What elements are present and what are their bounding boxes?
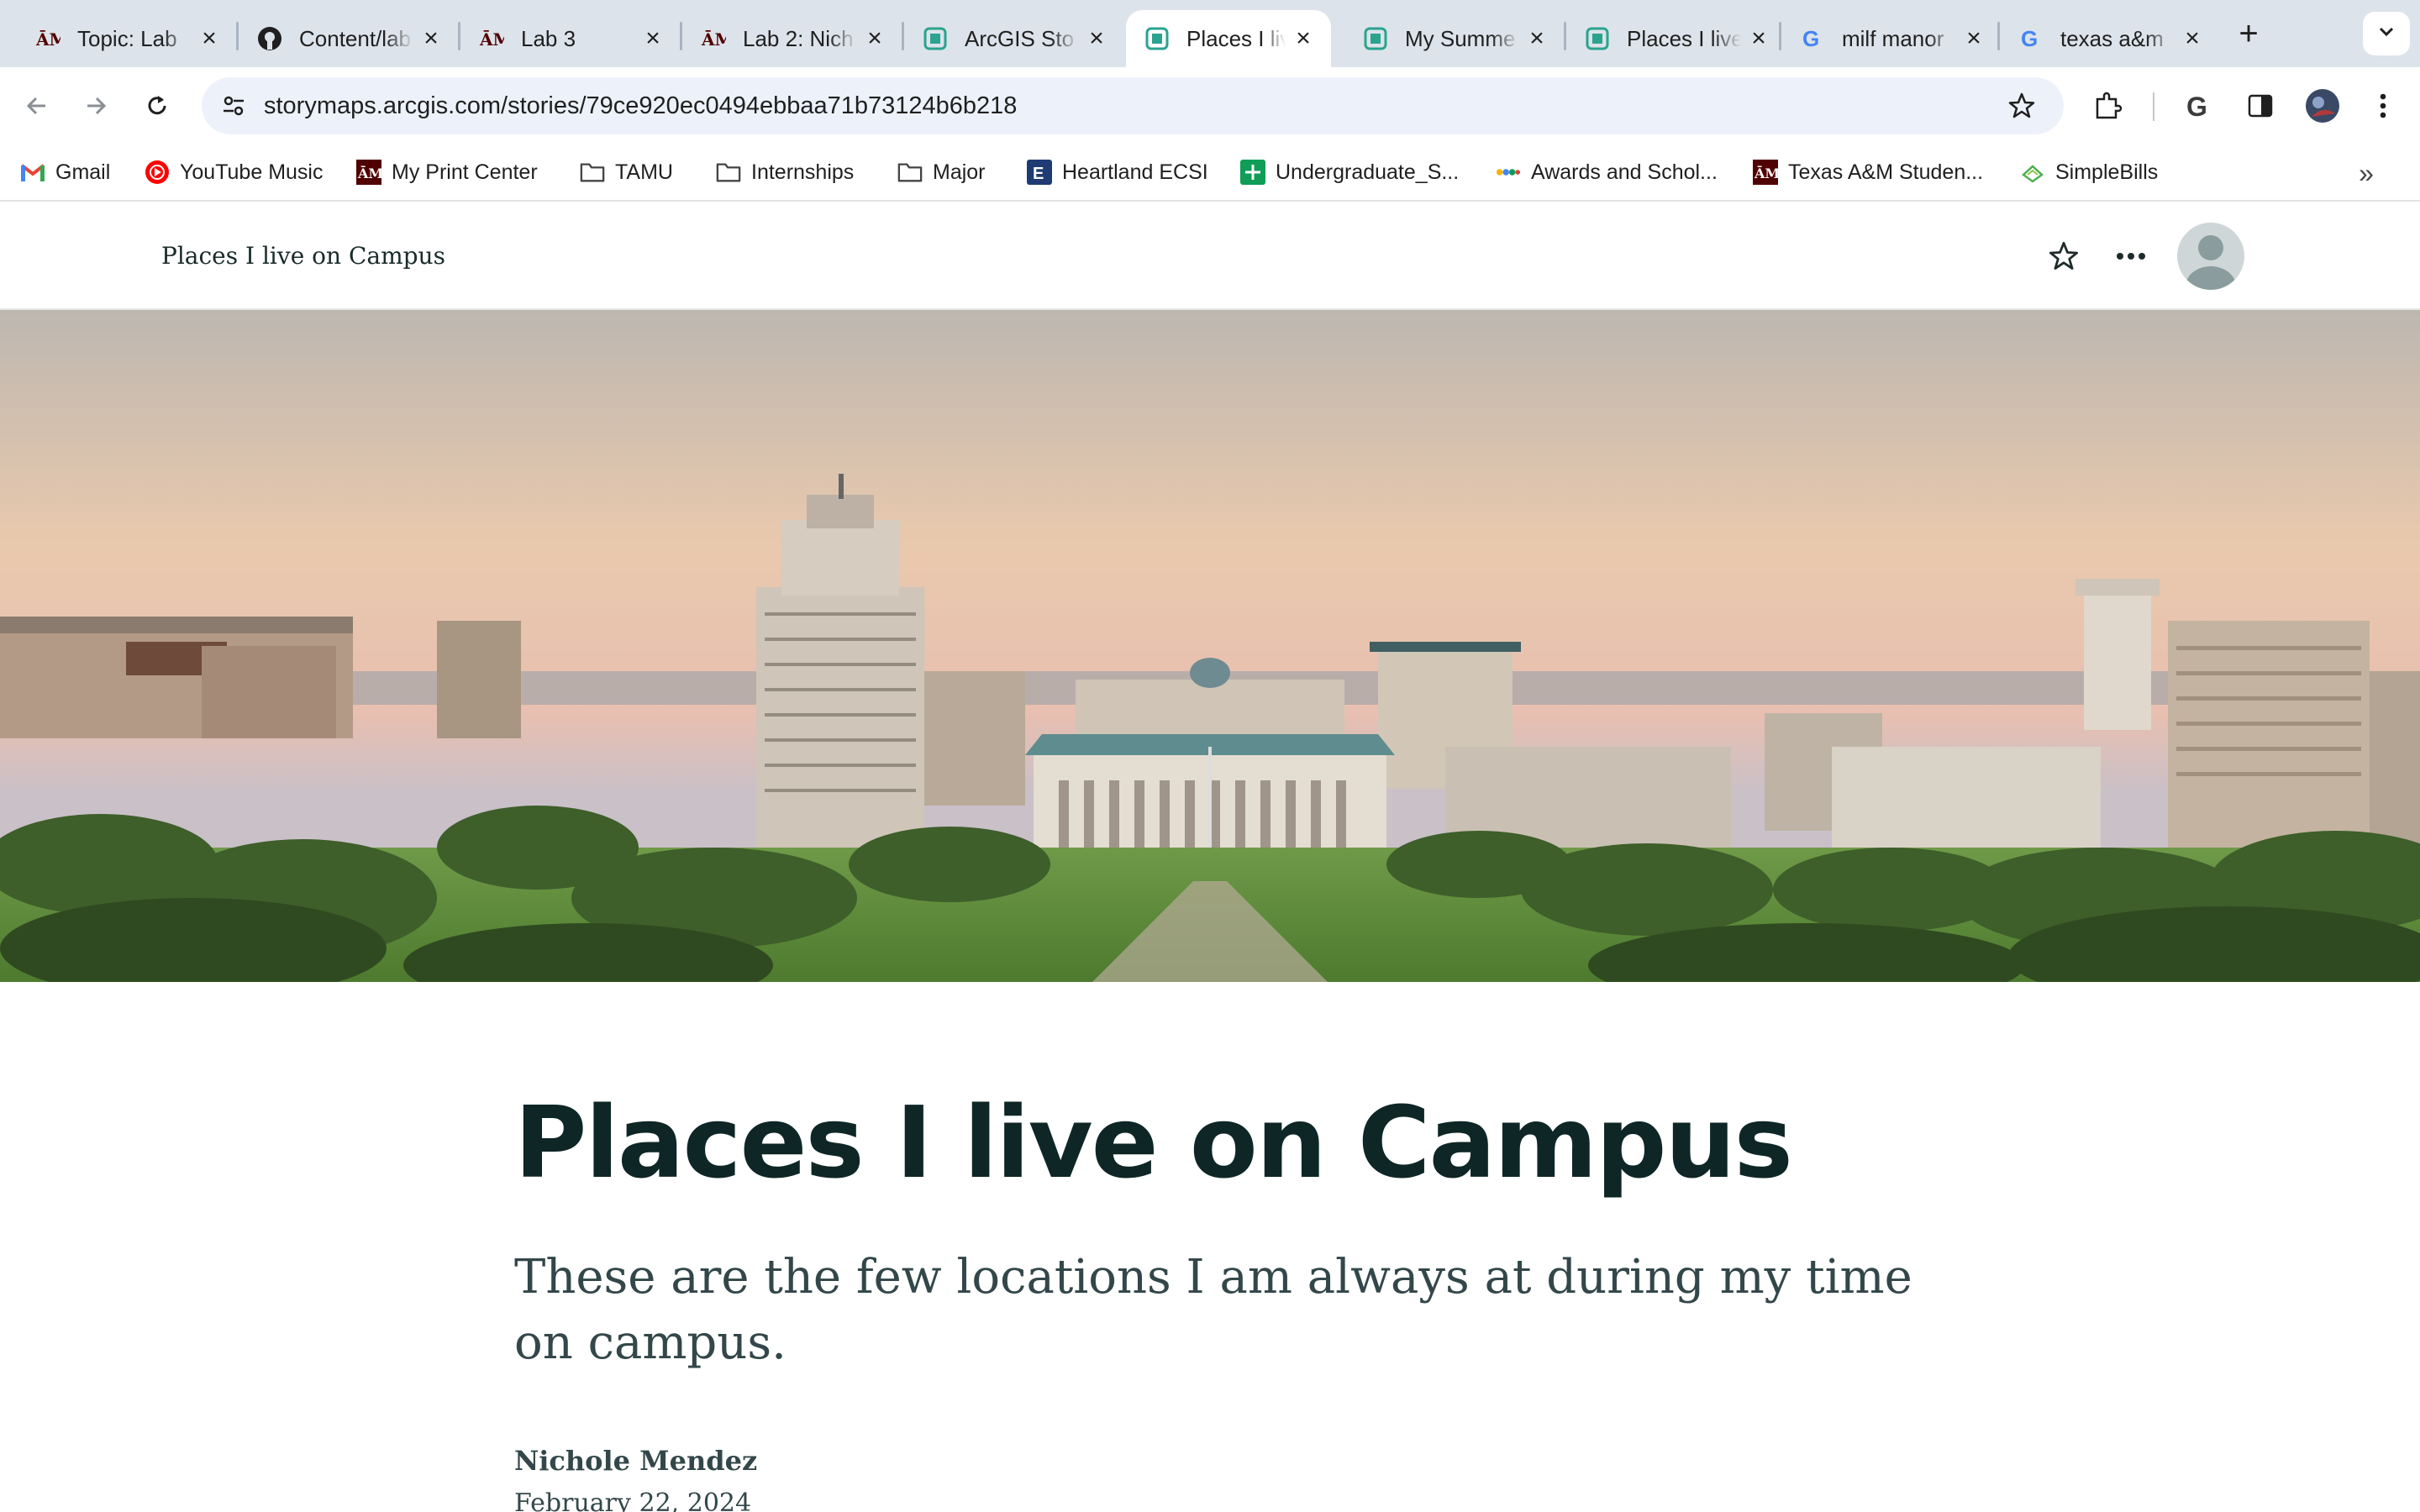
favorite-button[interactable] [2042,234,2086,278]
tab-content-lab[interactable]: Content/lab × [239,10,459,67]
gmail-icon [20,160,45,185]
forward-button[interactable] [76,86,116,126]
google-icon: G [1800,26,1825,51]
tab-google-search-2[interactable]: G texas a&m × [2000,10,2220,67]
default-user-icon [2186,235,2236,290]
extensions-icon[interactable] [2087,86,2128,126]
close-icon[interactable]: × [1291,24,1316,52]
tamu-icon: ĀM [356,160,381,185]
close-icon[interactable]: × [640,24,666,52]
site-info-icon[interactable] [215,87,252,124]
close-icon[interactable]: × [862,24,887,52]
story-header: Places I live on Campus [0,202,2420,310]
close-icon[interactable]: × [2180,24,2205,52]
close-icon[interactable]: × [418,24,444,52]
story-date: February 22, 2024 [514,1488,752,1512]
bookmark-heartland-ecsi[interactable]: E Heartland ECSI [1027,153,1208,192]
new-tab-button[interactable]: + [2230,15,2267,52]
tab-lab-3[interactable]: ĀM Lab 3 × [460,10,681,67]
storymaps-icon [1585,26,1610,51]
bookmark-undergraduate-sheet[interactable]: Undergraduate_S... [1240,153,1459,192]
svg-text:G: G [1802,26,1819,51]
close-icon[interactable]: × [1746,24,1771,52]
bookmarks-bar: Gmail YouTube Music ĀM My Print Center T… [0,144,2420,202]
ellipsis-icon [2117,253,2145,260]
tab-arcgis-stories[interactable]: ArcGIS Sto × [904,10,1124,67]
storymaps-icon [1144,26,1170,51]
bookmark-folder-major[interactable]: Major [897,153,986,192]
star-icon [2049,241,2079,270]
url-text[interactable]: storymaps.arcgis.com/stories/79ce920ec04… [264,77,1017,134]
svg-text:G: G [2186,92,2207,121]
close-icon[interactable]: × [197,24,222,52]
heartland-icon: E [1027,160,1052,185]
bookmarks-overflow-button[interactable]: » [2349,156,2383,190]
bookmark-folder-internships[interactable]: Internships [716,153,854,192]
storymaps-icon [923,26,948,51]
forward-arrow-icon [87,97,107,115]
hero-image [0,310,2420,982]
tamu-icon: ĀM [1753,160,1778,185]
svg-text:ĀM: ĀM [701,29,726,50]
toolbar-divider [2153,92,2154,121]
simplebills-icon [2020,160,2045,185]
story-author: Nichole Mendez [514,1445,758,1477]
chevron-down-icon [2375,21,2397,47]
close-icon[interactable]: × [1961,24,1986,52]
bookmark-texas-am-student[interactable]: ĀM Texas A&M Studen... [1753,153,1983,192]
tab-lab-2[interactable]: ĀM Lab 2: Nich × [682,10,902,67]
story-header-title: Places I live on Campus [161,242,445,270]
back-arrow-icon [26,97,45,115]
svg-text:ĀM: ĀM [479,29,504,50]
browser-toolbar: storymaps.arcgis.com/stories/79ce920ec04… [0,67,2420,144]
reload-icon [148,96,166,115]
google-icon: G [2018,26,2044,51]
close-icon[interactable]: × [1084,24,1109,52]
bookmark-folder-tamu[interactable]: TAMU [580,153,673,192]
more-menu-icon[interactable] [2363,86,2403,126]
user-avatar[interactable] [2177,223,2244,290]
sheets-icon [1240,160,1265,185]
bookmark-star-icon[interactable] [2003,87,2040,124]
svg-text:ĀM: ĀM [357,165,381,181]
tab-topic-lab[interactable]: ĀM Topic: Lab × [17,10,237,67]
github-icon [257,26,282,51]
close-icon[interactable]: × [1524,24,1549,52]
svg-text:ĀM: ĀM [35,29,60,50]
story-subtitle: These are the few locations I am always … [514,1250,1912,1370]
storymaps-icon [1363,26,1388,51]
tab-strip: ĀM Topic: Lab × Content/lab × ĀM Lab 3 ×… [0,0,2420,67]
tamu-icon: ĀM [701,26,726,51]
bookmark-my-print-center[interactable]: ĀM My Print Center [356,153,538,192]
bookmark-youtube-music[interactable]: YouTube Music [145,153,323,192]
story-more-options-button[interactable] [2109,234,2153,278]
side-panel-icon[interactable] [2240,86,2281,126]
folder-icon [580,160,605,185]
youtube-music-icon [145,160,170,185]
google-account-icon[interactable]: G [2178,86,2218,126]
awards-icon [1496,160,1521,185]
svg-text:ĀM: ĀM [1754,165,1778,181]
back-button[interactable] [17,86,57,126]
tab-my-summer[interactable]: My Summe × [1344,10,1565,67]
tab-places-i-live-active[interactable]: Places I live × [1126,10,1331,67]
bookmark-simplebills[interactable]: SimpleBills [2020,153,2158,192]
svg-text:G: G [2021,26,2038,51]
story-title: Places I live on Campus [514,1084,1793,1200]
svg-text:E: E [1033,165,1044,183]
tamu-icon: ĀM [479,26,504,51]
folder-icon [716,160,741,185]
address-bar[interactable]: storymaps.arcgis.com/stories/79ce920ec04… [202,77,2064,134]
profile-avatar[interactable] [2302,86,2343,126]
tab-search-button[interactable] [2363,12,2410,55]
tab-places-i-live[interactable]: Places I live × [1566,10,1786,67]
tab-google-search-1[interactable]: G milf manor × [1781,10,2002,67]
folder-icon [897,160,923,185]
reload-button[interactable] [137,86,177,126]
bookmark-awards-scholarships[interactable]: Awards and Schol... [1496,153,1718,192]
tamu-icon: ĀM [35,26,60,51]
bookmark-gmail[interactable]: Gmail [20,153,110,192]
